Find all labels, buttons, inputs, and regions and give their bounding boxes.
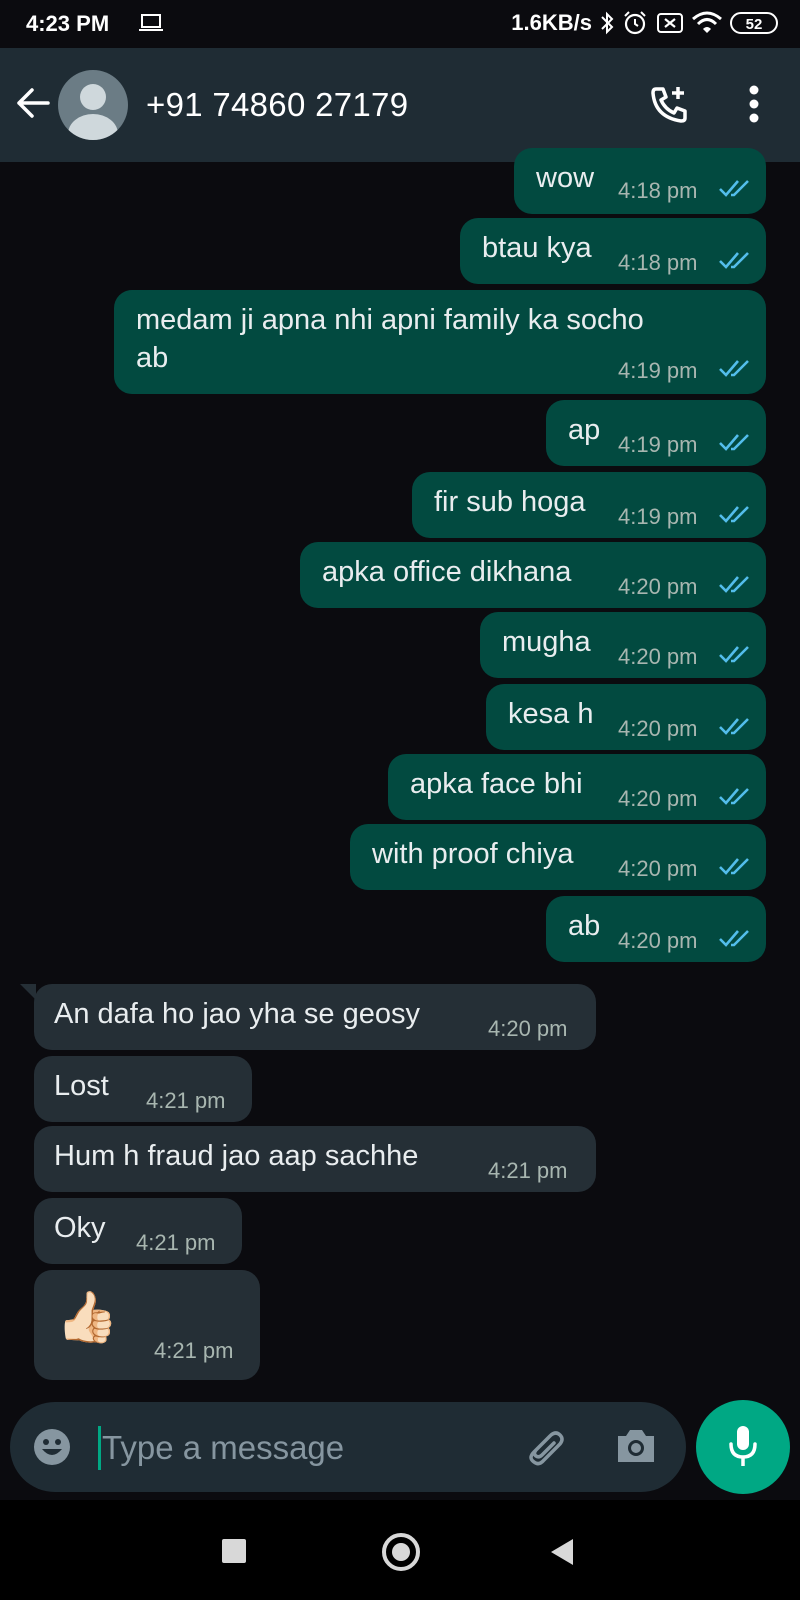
status-bar: 4:23 PM 1.6KB/s 52 xyxy=(0,0,800,48)
contact-name[interactable]: +91 74860 27179 xyxy=(146,86,408,124)
wifi-icon xyxy=(692,11,722,33)
status-time: 4:23 PM xyxy=(26,11,110,36)
message-time: 4:21 pm xyxy=(136,1230,216,1255)
message-time: 4:21 pm xyxy=(154,1338,234,1363)
outgoing-message[interactable]: medam ji apna nhi apni family ka socho a… xyxy=(114,290,766,394)
message-time: 4:20 pm xyxy=(618,644,698,669)
message-time: 4:21 pm xyxy=(488,1158,568,1183)
outgoing-message[interactable]: wow 4:18 pm xyxy=(514,148,766,214)
message-text: An dafa ho jao yha se geosy xyxy=(54,998,420,1030)
avatar-icon[interactable] xyxy=(58,70,128,140)
bluetooth-icon xyxy=(601,11,614,35)
message-text: mugha xyxy=(502,626,591,658)
message-text: with proof chiya xyxy=(372,838,574,870)
outgoing-message[interactable]: btau kya 4:18 pm xyxy=(460,218,766,284)
message-text: Hum h fraud jao aap sachhe xyxy=(54,1140,419,1172)
message-text: fir sub hoga xyxy=(434,486,586,518)
nav-back-button[interactable] xyxy=(551,1539,573,1565)
message-time: 4:20 pm xyxy=(618,856,698,881)
incoming-message[interactable]: Oky 4:21 pm xyxy=(34,1198,242,1264)
message-composer: Type a message xyxy=(10,1402,686,1492)
mic-icon xyxy=(729,1426,757,1466)
sim-off-icon xyxy=(657,13,683,33)
read-ticks-icon xyxy=(719,788,749,805)
outgoing-message[interactable]: apka face bhi 4:20 pm xyxy=(388,754,766,820)
read-ticks-icon xyxy=(719,434,749,451)
message-time: 4:18 pm xyxy=(618,178,698,203)
message-time: 4:19 pm xyxy=(618,358,698,383)
outgoing-message[interactable]: apka office dikhana 4:20 pm xyxy=(300,542,766,608)
home-button[interactable] xyxy=(382,1533,420,1571)
read-ticks-icon xyxy=(719,646,749,663)
message-time: 4:19 pm xyxy=(618,432,698,457)
back-arrow-icon[interactable] xyxy=(14,84,52,122)
text-cursor xyxy=(98,1426,101,1470)
message-time: 4:20 pm xyxy=(618,786,698,811)
outgoing-message[interactable]: mugha 4:20 pm xyxy=(480,612,766,678)
message-text-line2: ab xyxy=(136,342,169,374)
thumbs-up-emoji: 👍🏻 xyxy=(56,1289,119,1345)
emoji-icon[interactable] xyxy=(32,1427,72,1467)
message-time: 4:18 pm xyxy=(618,250,698,275)
message-text: Oky xyxy=(54,1212,106,1244)
mic-button[interactable] xyxy=(696,1400,790,1494)
incoming-message[interactable]: Hum h fraud jao aap sachhe 4:21 pm xyxy=(34,1126,596,1192)
message-text: btau kya xyxy=(482,232,592,264)
incoming-message[interactable]: Lost 4:21 pm xyxy=(34,1056,252,1122)
laptop-icon xyxy=(139,14,163,31)
outgoing-message[interactable]: ab 4:20 pm xyxy=(546,896,766,962)
network-speed: 1.6KB/s xyxy=(511,10,592,35)
read-ticks-icon xyxy=(719,930,749,947)
read-ticks-icon xyxy=(719,360,749,377)
battery-indicator: 52 xyxy=(730,12,778,34)
read-ticks-icon xyxy=(719,506,749,523)
message-time: 4:20 pm xyxy=(618,716,698,741)
message-time: 4:19 pm xyxy=(618,504,698,529)
message-text: Lost xyxy=(54,1070,109,1102)
message-time: 4:20 pm xyxy=(618,574,698,599)
read-ticks-icon xyxy=(719,858,749,875)
message-input[interactable]: Type a message xyxy=(102,1429,344,1467)
read-ticks-icon xyxy=(719,718,749,735)
alarm-icon xyxy=(624,11,646,35)
outgoing-message[interactable]: kesa h 4:20 pm xyxy=(486,684,766,750)
attach-icon[interactable] xyxy=(522,1424,568,1470)
message-text: apka face bhi xyxy=(410,768,583,800)
read-ticks-icon xyxy=(719,180,749,197)
camera-icon[interactable] xyxy=(614,1426,658,1466)
message-text: ab xyxy=(568,910,601,942)
recents-button[interactable] xyxy=(222,1539,246,1563)
more-vert-icon[interactable] xyxy=(748,84,760,124)
incoming-message[interactable]: An dafa ho jao yha se geosy 4:20 pm xyxy=(34,984,596,1050)
message-time: 4:20 pm xyxy=(488,1016,568,1041)
read-ticks-icon xyxy=(719,252,749,269)
read-ticks-icon xyxy=(719,576,749,593)
outgoing-message[interactable]: with proof chiya 4:20 pm xyxy=(350,824,766,890)
outgoing-message[interactable]: fir sub hoga 4:19 pm xyxy=(412,472,766,538)
outgoing-message[interactable]: ap 4:19 pm xyxy=(546,400,766,466)
message-time: 4:20 pm xyxy=(618,928,698,953)
message-text-line1: medam ji apna nhi apni family ka socho xyxy=(136,304,644,336)
message-text: apka office dikhana xyxy=(322,556,572,588)
message-text: kesa h xyxy=(508,698,594,730)
message-text: ap xyxy=(568,414,601,446)
chat-header: +91 74860 27179 xyxy=(0,48,800,162)
message-text: wow xyxy=(536,162,595,194)
message-time: 4:21 pm xyxy=(146,1088,226,1113)
add-call-icon[interactable] xyxy=(648,84,690,126)
incoming-message[interactable]: 👍🏻 4:21 pm xyxy=(34,1270,260,1380)
